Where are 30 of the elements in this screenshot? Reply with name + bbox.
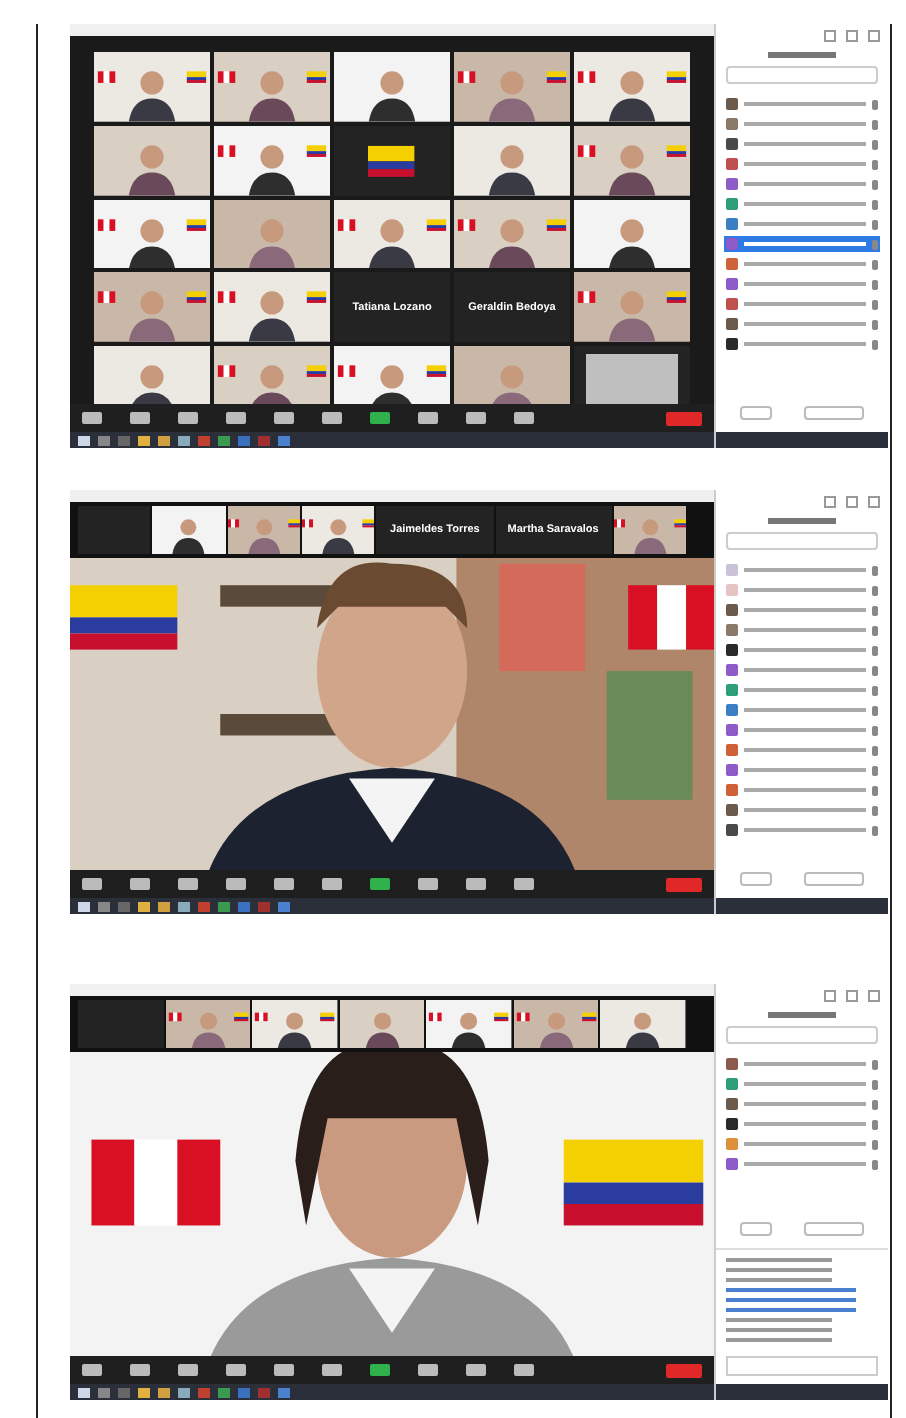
participant-row[interactable]	[724, 802, 880, 818]
invite-button[interactable]	[740, 406, 772, 420]
participant-row[interactable]	[724, 136, 880, 152]
participant-row[interactable]	[724, 642, 880, 658]
participant-row[interactable]	[724, 1116, 880, 1132]
search-field[interactable]	[726, 532, 878, 550]
video-off-tile	[585, 353, 679, 404]
flag-icon	[368, 143, 416, 178]
search-field[interactable]	[726, 1026, 878, 1044]
chat-input-field[interactable]	[726, 1356, 878, 1376]
video-tile	[78, 1000, 164, 1048]
participant-row[interactable]	[724, 822, 880, 838]
mute-all-button[interactable]	[804, 1222, 864, 1236]
end-meeting-button[interactable]	[666, 1363, 702, 1377]
search-field[interactable]	[726, 66, 878, 84]
participant-row[interactable]	[724, 602, 880, 618]
invite-button[interactable]	[740, 1222, 772, 1236]
invite-button[interactable]	[740, 872, 772, 886]
mute-all-button[interactable]	[804, 872, 864, 886]
participant-row[interactable]	[724, 336, 880, 352]
panel-title-bar	[768, 518, 836, 524]
end-meeting-button[interactable]	[666, 877, 702, 891]
panel-title-bar	[768, 1012, 836, 1018]
participant-row[interactable]	[724, 96, 880, 112]
participant-row[interactable]	[724, 316, 880, 332]
end-meeting-button[interactable]	[666, 411, 702, 425]
panel-title-bar	[768, 52, 836, 58]
video-tile	[78, 506, 151, 554]
mute-all-button[interactable]	[804, 406, 864, 420]
participant-row[interactable]	[724, 1096, 880, 1112]
